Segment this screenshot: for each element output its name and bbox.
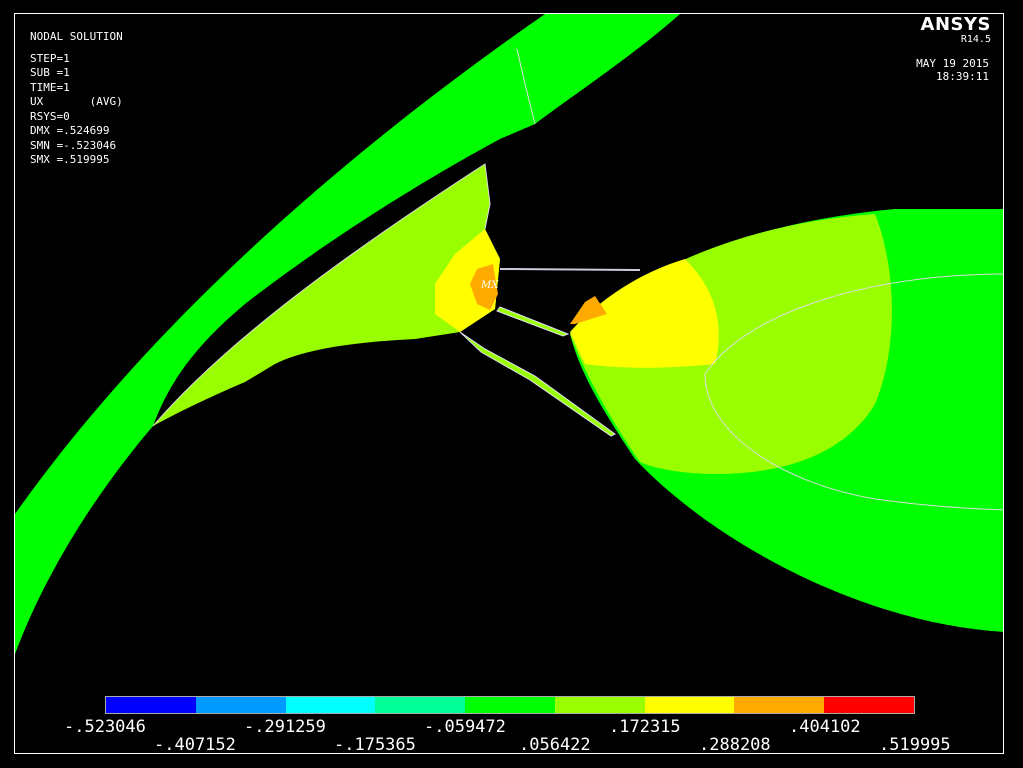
brand-version: R14.5 <box>960 34 991 45</box>
legend-tick: .172315 <box>609 717 681 737</box>
timestamp-date: MAY 19 2015 <box>916 57 989 70</box>
legend-tick: -.291259 <box>244 717 326 737</box>
contour-legend <box>105 696 915 714</box>
info-line: UX (AVG) <box>30 95 123 108</box>
info-line: NODAL SOLUTION <box>30 30 123 43</box>
legend-tick: -.407152 <box>154 735 236 754</box>
info-line: SUB =1 <box>30 66 70 79</box>
ansys-brand: ANSYS R14.5 <box>921 14 991 45</box>
graphics-viewport[interactable]: MX NODAL SOLUTION STEP=1 SUB =1 TIME=1 UX (… <box>14 13 1004 754</box>
legend-swatch <box>644 697 735 713</box>
legend-swatch <box>375 697 466 713</box>
legend-swatch <box>195 697 286 713</box>
max-marker: MX <box>480 280 499 291</box>
legend-tick: .404102 <box>789 717 861 737</box>
legend-tick: .288208 <box>699 735 771 754</box>
info-line: SMX =.519995 <box>30 153 110 166</box>
legend-swatch <box>734 697 825 713</box>
info-line: SMN =-.523046 <box>30 138 117 152</box>
brand-name: ANSYS <box>920 14 991 35</box>
legend-tick: -.523046 <box>64 717 146 737</box>
contour-plot[interactable]: MX <box>15 14 1004 754</box>
info-line: STEP=1 <box>30 51 70 65</box>
timestamp-time: 18:39:11 <box>936 70 989 83</box>
info-line: RSYS=0 <box>30 109 70 123</box>
timestamp: MAY 19 2015 18:39:11 <box>916 57 989 83</box>
legend-swatch <box>554 697 645 713</box>
link-top <box>499 268 641 271</box>
legend-swatch <box>824 697 915 713</box>
legend-swatch <box>106 697 196 713</box>
link-middle <box>496 306 570 337</box>
legend-tick: -.059472 <box>424 717 506 737</box>
legend-swatch <box>285 697 376 713</box>
legend-swatch <box>465 697 555 713</box>
legend-tick: .519995 <box>879 735 951 754</box>
info-line: TIME=1 <box>30 80 70 94</box>
legend-tick: -.175365 <box>334 735 416 754</box>
info-line <box>30 45 123 52</box>
solution-info: NODAL SOLUTION STEP=1 SUB =1 TIME=1 UX (AVG… <box>30 30 123 168</box>
info-line: DMX =.524699 <box>30 124 110 137</box>
legend-tick: .056422 <box>519 735 591 754</box>
